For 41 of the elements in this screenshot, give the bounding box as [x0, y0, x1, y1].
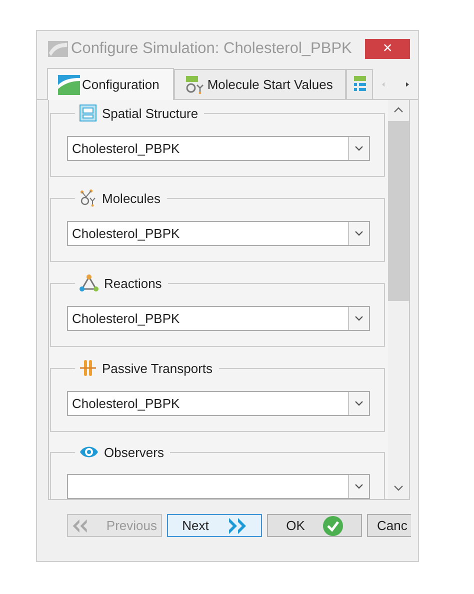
- group-title: Molecules: [102, 190, 161, 206]
- triangle-icon: [79, 274, 99, 292]
- transport-icon: [79, 359, 97, 377]
- dropdown[interactable]: Cholesterol_PBPK: [67, 306, 370, 331]
- window-title: Configure Simulation: Cholesterol_PBPK: [71, 40, 353, 58]
- dropdown[interactable]: [67, 474, 370, 499]
- app-logo-icon: [47, 39, 69, 59]
- group-title: Spatial Structure: [102, 106, 198, 120]
- molecule-icon: [79, 189, 97, 207]
- tab[interactable]: Molecule Start Values: [174, 69, 346, 99]
- scroll-thumb[interactable]: [388, 121, 409, 301]
- dropdown[interactable]: Cholesterol_PBPK: [67, 221, 370, 246]
- double-right-icon: [226, 518, 247, 534]
- close-button[interactable]: ×: [365, 39, 410, 59]
- double-left-icon: [72, 518, 88, 534]
- tab[interactable]: [346, 69, 373, 99]
- list-icon: [354, 76, 366, 94]
- ok-button[interactable]: OK: [267, 514, 362, 537]
- group-title: Observers: [104, 444, 164, 460]
- chevron-down-icon: [355, 146, 363, 151]
- eye-icon: [79, 444, 99, 460]
- chevron-up-icon[interactable]: [394, 107, 403, 113]
- structure-icon: [79, 104, 97, 122]
- next-button[interactable]: Next: [167, 514, 262, 537]
- dropdown[interactable]: Cholesterol_PBPK: [67, 391, 370, 416]
- chevron-down-icon: [355, 401, 363, 406]
- molecule-icon: [185, 76, 206, 94]
- chevron-down-icon: [355, 231, 363, 236]
- cancel-button[interactable]: Canc: [367, 514, 411, 537]
- chevron-down-icon: [355, 484, 363, 489]
- dropdown[interactable]: Cholesterol_PBPK: [67, 136, 370, 161]
- group-title: Passive Transports: [102, 360, 213, 376]
- scroll-right-icon[interactable]: [406, 80, 409, 89]
- configuration-icon: [58, 74, 80, 94]
- chevron-down-icon[interactable]: [394, 485, 403, 491]
- chevron-down-icon: [355, 316, 363, 321]
- tab[interactable]: Configuration: [47, 68, 174, 100]
- group-title: Reactions: [104, 276, 162, 290]
- check-icon: [322, 516, 343, 536]
- scrollbar[interactable]: [388, 100, 409, 499]
- scroll-left-icon[interactable]: [382, 80, 385, 89]
